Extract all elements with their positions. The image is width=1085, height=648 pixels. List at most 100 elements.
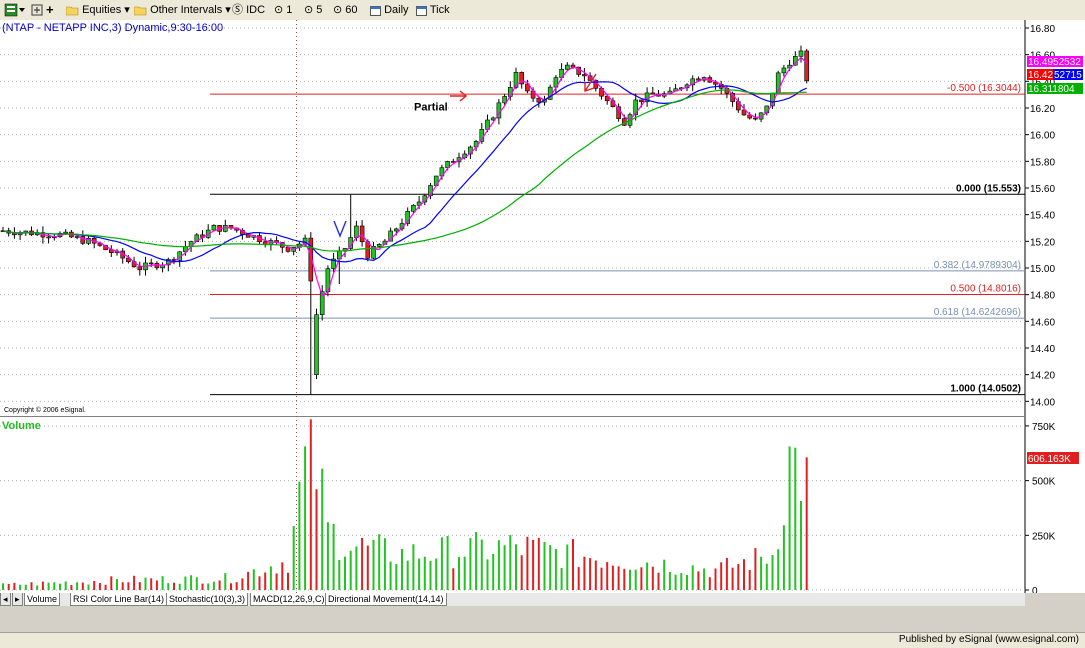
volume-bar (190, 575, 193, 590)
volume-bar (777, 549, 780, 590)
volume-bar (349, 550, 352, 590)
price-tick-label: 16.80 (1030, 24, 1055, 35)
toolbar-tick[interactable]: Tick (416, 3, 450, 17)
volume-bar (589, 558, 592, 590)
volume-bar (423, 556, 426, 590)
volume-bar (184, 576, 187, 590)
volume-bar (594, 560, 597, 590)
toolbar-label: 1 (286, 4, 293, 16)
volume-bar (708, 577, 711, 590)
volume-bar (224, 573, 227, 590)
volume-bar (503, 545, 506, 590)
volume-bar (731, 567, 734, 590)
volume-bar (509, 535, 512, 590)
candle-body (376, 244, 382, 247)
volume-bar (583, 556, 586, 590)
volume-bar (703, 568, 706, 590)
toolbar-other-intervals[interactable]: Other Intervals ▾ (134, 3, 231, 17)
candle-body (502, 96, 507, 104)
candle-body (393, 228, 399, 232)
volume-bar (150, 578, 153, 590)
candle-body (359, 225, 365, 243)
toolbar-daily[interactable]: Daily (370, 3, 409, 17)
tab-scroll-right[interactable]: ▸ (12, 593, 23, 606)
volume-bar (492, 554, 495, 590)
volume-bar (475, 531, 478, 590)
chart-window-icon[interactable] (4, 3, 26, 17)
clock-icon: ⊙ (304, 4, 314, 16)
volume-bar (36, 585, 39, 590)
volume-bar (104, 584, 107, 590)
volume-bar (201, 583, 204, 590)
volume-bar (355, 546, 358, 590)
fib-label: 0.500 (14.8016) (950, 283, 1021, 294)
candle-body (46, 236, 51, 239)
volume-bar (195, 577, 198, 590)
toolbar-interval-60[interactable]: ⊙ 60 (333, 3, 358, 17)
fib-label: 0.618 (14.6242696) (934, 307, 1021, 318)
volume-bar (572, 539, 574, 590)
candle-body (696, 78, 701, 81)
volume-bar (247, 571, 250, 590)
volume-bar (771, 555, 774, 590)
volume-bar (13, 582, 16, 590)
candle-body (148, 262, 154, 265)
volume-bar (41, 581, 44, 590)
volume-bar (458, 557, 460, 590)
toolbar-interval-1[interactable]: ⊙ 1 (274, 3, 292, 17)
volume-bar (629, 569, 631, 590)
volume-bar (526, 536, 529, 590)
price-tick-label: 14.60 (1030, 317, 1055, 328)
price-tick-label: 14.80 (1030, 291, 1055, 302)
price-tick-label: 15.40 (1030, 211, 1055, 222)
volume-bar (748, 570, 751, 590)
toolbar-label: 5 (316, 4, 323, 16)
volume-bar (110, 576, 113, 590)
tab-rsi[interactable]: RSI Color Line Bar(14) (70, 593, 168, 606)
candle-body (63, 231, 69, 234)
candle-body (536, 97, 542, 103)
volume-bar (435, 558, 438, 590)
volume-bar (338, 560, 341, 590)
volume-value-label: 606.163K (1028, 454, 1071, 465)
toolbar-label: IDC (246, 4, 266, 16)
clock-icon: ⊙ (333, 4, 343, 16)
partial-annotation: Partial (414, 101, 448, 113)
volume-bar (281, 562, 284, 590)
volume-bar (560, 568, 563, 590)
tab-macd[interactable]: MACD(12,26,9,C) (250, 593, 328, 606)
volume-bar (549, 545, 552, 590)
volume-label: Volume (2, 420, 41, 432)
toolbar-equities[interactable]: Equities ▾ (66, 3, 130, 17)
toolbar-interval-5[interactable]: ⊙ 5 (304, 3, 322, 17)
toolbar-label: Tick (429, 4, 450, 16)
price-tick-label: 15.20 (1030, 237, 1055, 248)
status-bar: Published by eSignal (www.esignal.com) (0, 632, 1085, 648)
fib-label: 0.000 (15.553) (956, 183, 1021, 194)
add-icon[interactable]: + (46, 3, 54, 17)
toolbar-idc[interactable]: Ⓢ IDC (232, 3, 265, 17)
volume-bar (674, 574, 677, 590)
tab-volume[interactable]: Volume (24, 593, 61, 606)
volume-bar (782, 525, 785, 590)
volume-bar (515, 544, 517, 590)
settings-icon[interactable] (30, 3, 44, 17)
tab-scroll-left[interactable]: ◂ (0, 593, 11, 606)
volume-bar (668, 571, 671, 590)
candle-body (804, 50, 810, 82)
volume-bar (611, 565, 614, 590)
volume-bar (332, 523, 335, 590)
volume-bar (480, 539, 483, 590)
price-tick-label: 15.00 (1030, 264, 1055, 275)
volume-bar (720, 562, 723, 590)
volume-bar (372, 539, 375, 590)
volume-bar (714, 568, 717, 590)
volume-bar (47, 582, 50, 590)
tab-directional-movement[interactable]: Directional Movement(14,14) (325, 593, 447, 606)
volume-bar (167, 583, 170, 590)
volume-tick-label: 750K (1032, 422, 1056, 433)
tab-stochastic[interactable]: Stochastic(10(3),3) (166, 593, 249, 606)
volume-bar (133, 575, 136, 590)
toolbar: + Equities ▾ Other Intervals ▾ Ⓢ IDC ⊙ 1… (0, 0, 1085, 21)
chart-area[interactable]: -0.500 (16.3044) 0.000 (15.553) 0.382 (14.… (0, 20, 1085, 593)
